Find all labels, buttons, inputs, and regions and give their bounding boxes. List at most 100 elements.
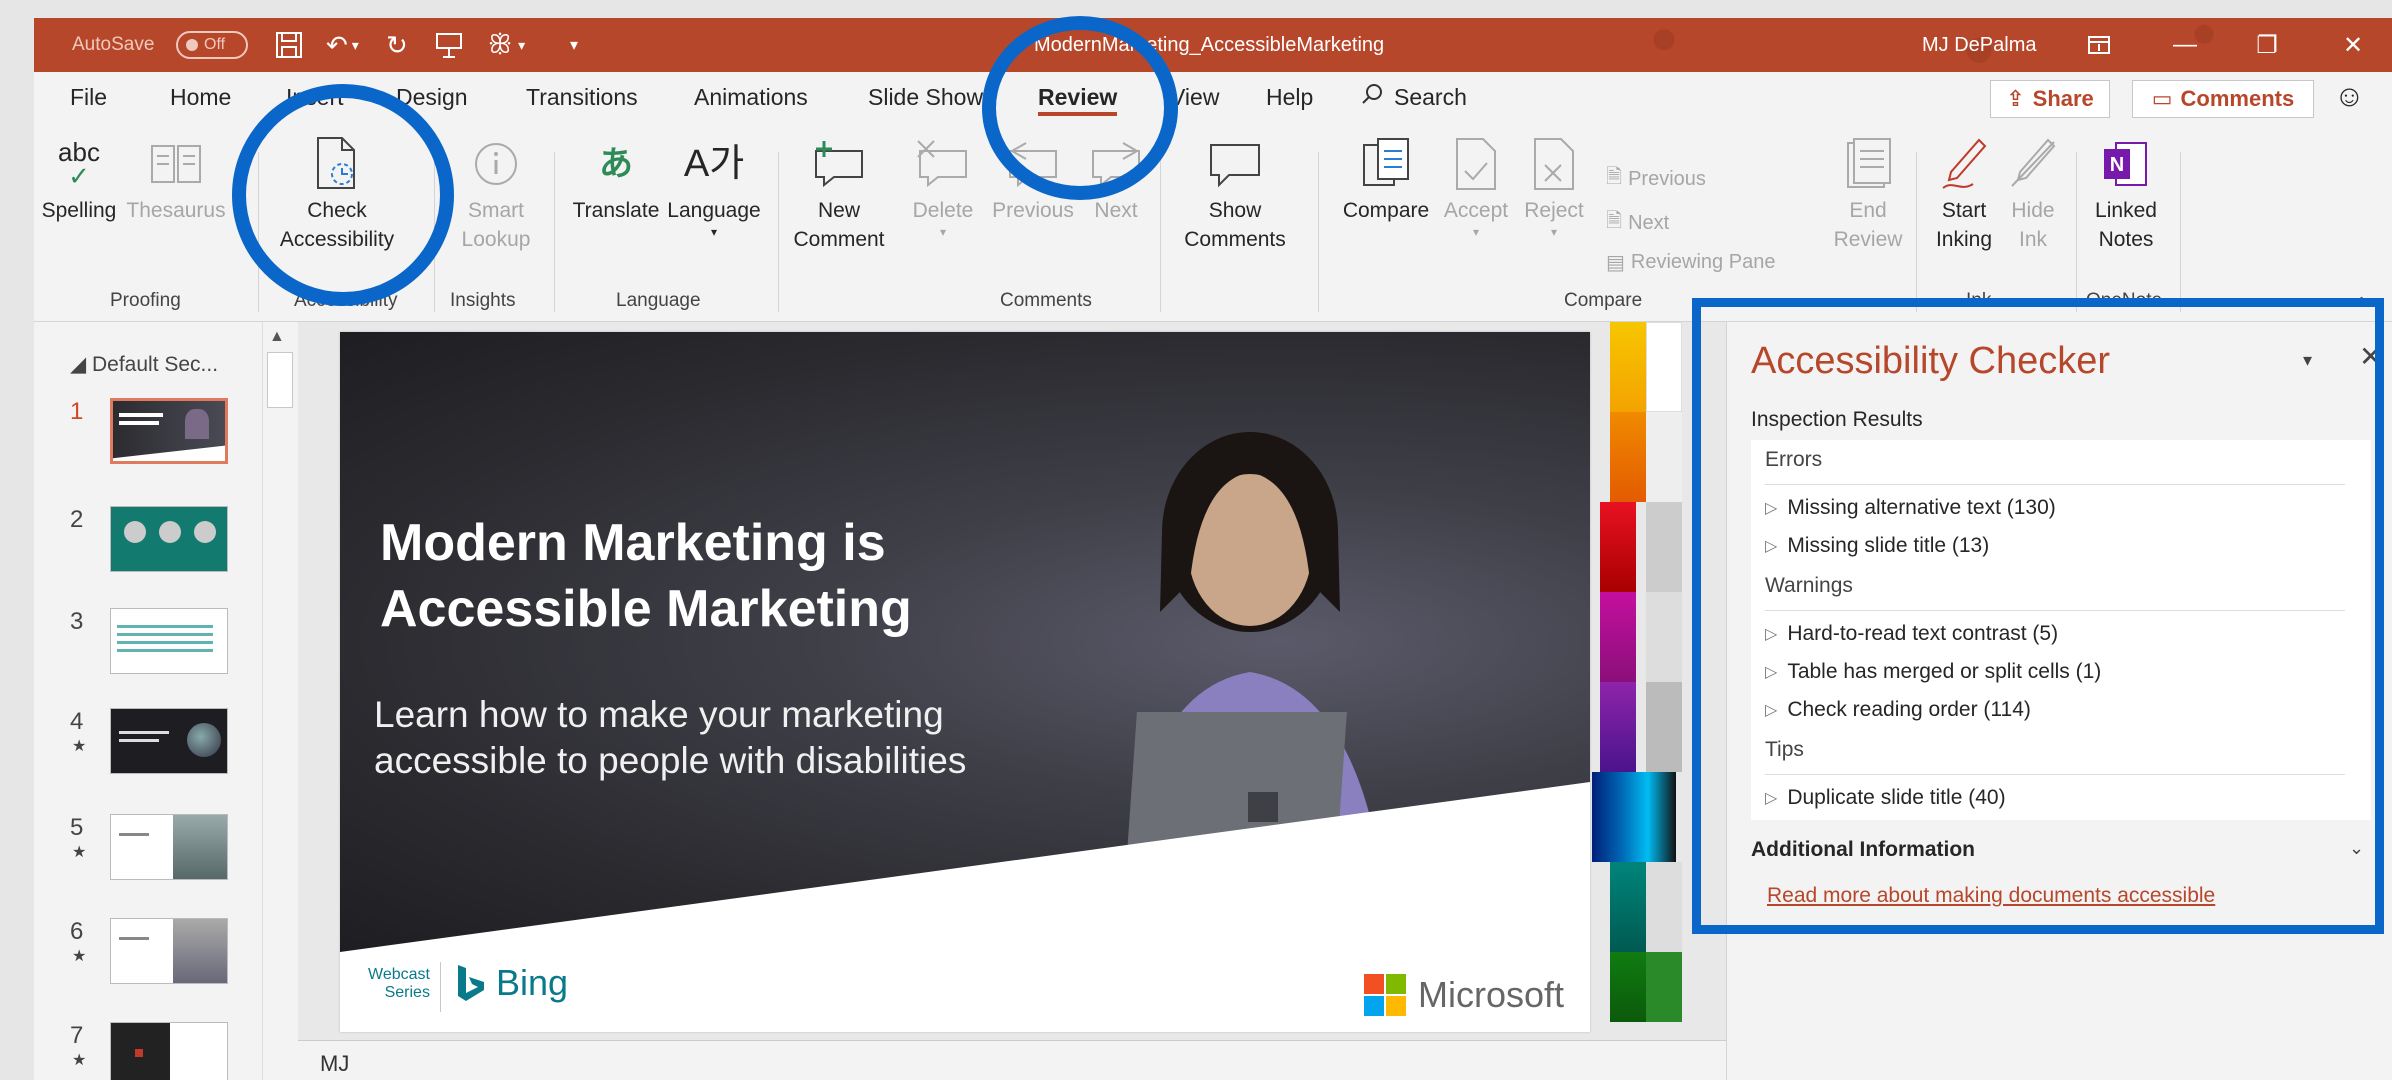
- share-button[interactable]: ⇪ Share: [1990, 80, 2110, 118]
- scroll-up-icon[interactable]: ▲: [269, 328, 285, 346]
- previous-change-button[interactable]: 🗎 Previous: [1606, 162, 1706, 196]
- delete-dropdown-icon: ▾: [939, 225, 947, 239]
- group-separator: [1160, 152, 1161, 312]
- toggle-dot-icon: [186, 39, 198, 51]
- translate-icon: あ: [599, 144, 633, 183]
- tab-file[interactable]: File: [70, 72, 107, 122]
- user-name[interactable]: MJ DePalma: [1922, 18, 2036, 72]
- palette-orange[interactable]: [1610, 412, 1646, 502]
- slide-title[interactable]: Modern Marketing is Accessible Marketing: [380, 510, 1020, 642]
- autosave-toggle[interactable]: Off: [176, 31, 248, 59]
- palette-purple[interactable]: [1600, 682, 1636, 772]
- thesaurus-button[interactable]: Thesaurus: [126, 132, 226, 225]
- slide-thumbnail-6[interactable]: 6 ★: [70, 918, 270, 988]
- tab-slide-show[interactable]: Slide Show: [868, 72, 983, 122]
- palette-yellow[interactable]: [1610, 322, 1646, 412]
- undo-icon[interactable]: ↶ ▾: [326, 18, 359, 72]
- hide-ink-button[interactable]: Hide Ink: [2000, 132, 2066, 254]
- palette-magenta[interactable]: [1600, 592, 1636, 682]
- animation-star-icon: ★: [72, 948, 87, 965]
- group-label-compare: Compare: [1564, 290, 1643, 311]
- translate-button[interactable]: あ Translate: [562, 132, 670, 225]
- smart-lookup-label-2: Lookup: [461, 228, 531, 251]
- thumbnails-scrollbar[interactable]: ▲: [262, 322, 296, 1080]
- spelling-button[interactable]: abc ✓ Spelling: [36, 132, 122, 225]
- language-button[interactable]: A가 Language ▾: [658, 132, 770, 240]
- title-bar: AutoSave Off ↶ ▾ ↻ ꕥ ▾ ▾ ModernMarketing_A…: [34, 18, 2392, 72]
- hide-ink-label-2: Ink: [2018, 228, 2047, 251]
- palette-label: [1646, 322, 1682, 412]
- accept-label: Accept: [1443, 199, 1509, 222]
- animation-star-icon: ★: [72, 738, 87, 755]
- slide-thumbnail-2[interactable]: 2: [70, 506, 270, 576]
- group-separator: [1318, 152, 1319, 312]
- linked-notes-label-2: Notes: [2098, 228, 2154, 251]
- smart-lookup-label-1: Smart: [467, 199, 524, 222]
- slide-thumbnail-1[interactable]: 1: [70, 398, 270, 468]
- restore-icon[interactable]: ❐: [2238, 18, 2296, 72]
- white-wedge-shape: [340, 782, 1590, 1032]
- slide-number: 5: [70, 814, 84, 841]
- new-comment-label-1: New: [817, 199, 860, 222]
- palette-label: [1646, 682, 1682, 772]
- palette-teal[interactable]: [1610, 862, 1646, 952]
- close-window-icon[interactable]: ✕: [2324, 18, 2382, 72]
- reviewing-pane-button[interactable]: ▤ Reviewing Pane: [1606, 250, 1775, 275]
- slide-thumbnail-7[interactable]: 7 ★: [70, 1022, 270, 1080]
- redo-icon[interactable]: ↻: [386, 18, 408, 72]
- slide-editing-area: Modern Marketing is Accessible Marketing…: [298, 322, 1760, 1080]
- save-icon[interactable]: [274, 18, 304, 72]
- reject-button[interactable]: Reject ▾: [1514, 132, 1594, 239]
- show-comments-button[interactable]: Show Comments: [1168, 132, 1302, 254]
- palette-blue[interactable]: [1592, 772, 1676, 862]
- palette-label: [1646, 592, 1682, 682]
- group-separator: [2076, 152, 2077, 312]
- slide-number: 4: [70, 708, 84, 735]
- minimize-icon[interactable]: —: [2156, 18, 2214, 72]
- tab-transitions[interactable]: Transitions: [526, 72, 638, 122]
- notes-pane[interactable]: MJ: [298, 1040, 1760, 1080]
- language-dropdown-icon: ▾: [710, 225, 718, 239]
- highlight-circle-check-accessibility: [232, 84, 454, 306]
- new-comment-button[interactable]: New Comment: [786, 132, 892, 254]
- palette-green[interactable]: [1610, 952, 1646, 1022]
- bing-logo: Bing: [456, 962, 568, 1004]
- end-review-button[interactable]: End Review: [1830, 132, 1906, 254]
- tab-home[interactable]: Home: [170, 72, 231, 122]
- slide-thumbnail-5[interactable]: 5 ★: [70, 814, 270, 884]
- tab-animations[interactable]: Animations: [694, 72, 808, 122]
- feedback-smiley-icon[interactable]: ☺: [2334, 80, 2365, 114]
- start-inking-button[interactable]: Start Inking: [1926, 132, 2002, 254]
- linked-notes-button[interactable]: N Linked Notes: [2086, 132, 2166, 254]
- tab-help[interactable]: Help: [1266, 72, 1313, 122]
- group-separator: [554, 152, 555, 312]
- compare-label: Compare: [1342, 199, 1430, 222]
- scrollbar-thumb[interactable]: [267, 352, 293, 408]
- accept-button[interactable]: Accept ▾: [1436, 132, 1516, 239]
- slide-subtitle[interactable]: Learn how to make your marketing accessi…: [374, 692, 1014, 784]
- start-inking-label-2: Inking: [1935, 228, 1993, 251]
- current-slide[interactable]: Modern Marketing is Accessible Marketing…: [340, 332, 1590, 1032]
- slide-number: 1: [70, 398, 84, 425]
- show-comments-label-1: Show: [1208, 199, 1262, 222]
- palette-red[interactable]: [1600, 502, 1636, 592]
- delete-comment-button[interactable]: Delete ▾: [900, 132, 986, 239]
- next-change-button[interactable]: 🗎 Next: [1606, 206, 1669, 240]
- format-painter-icon[interactable]: ꕥ ▾: [488, 18, 525, 72]
- animation-star-icon: ★: [72, 1052, 87, 1069]
- logo-divider: [440, 962, 441, 1012]
- hide-ink-icon: [2008, 132, 2058, 196]
- compare-button[interactable]: Compare: [1330, 132, 1442, 225]
- comments-button[interactable]: ▭ Comments: [2132, 80, 2314, 118]
- ribbon-display-options-icon[interactable]: [2070, 18, 2128, 72]
- slide-thumbnail-3[interactable]: 3: [70, 608, 270, 678]
- search-box[interactable]: Search: [1360, 72, 1467, 122]
- section-header[interactable]: ◢ Default Sec...: [70, 352, 218, 377]
- slide-thumbnail-4[interactable]: 4 ★: [70, 708, 270, 778]
- slide-number: 3: [70, 608, 84, 635]
- smart-lookup-button[interactable]: Smart Lookup: [446, 132, 546, 254]
- previous-change-icon: 🗎: [1606, 166, 1623, 188]
- slide-title-line-1: Modern Marketing is: [380, 514, 886, 572]
- present-icon[interactable]: [434, 18, 464, 72]
- customize-qat-icon[interactable]: ▾: [570, 18, 578, 72]
